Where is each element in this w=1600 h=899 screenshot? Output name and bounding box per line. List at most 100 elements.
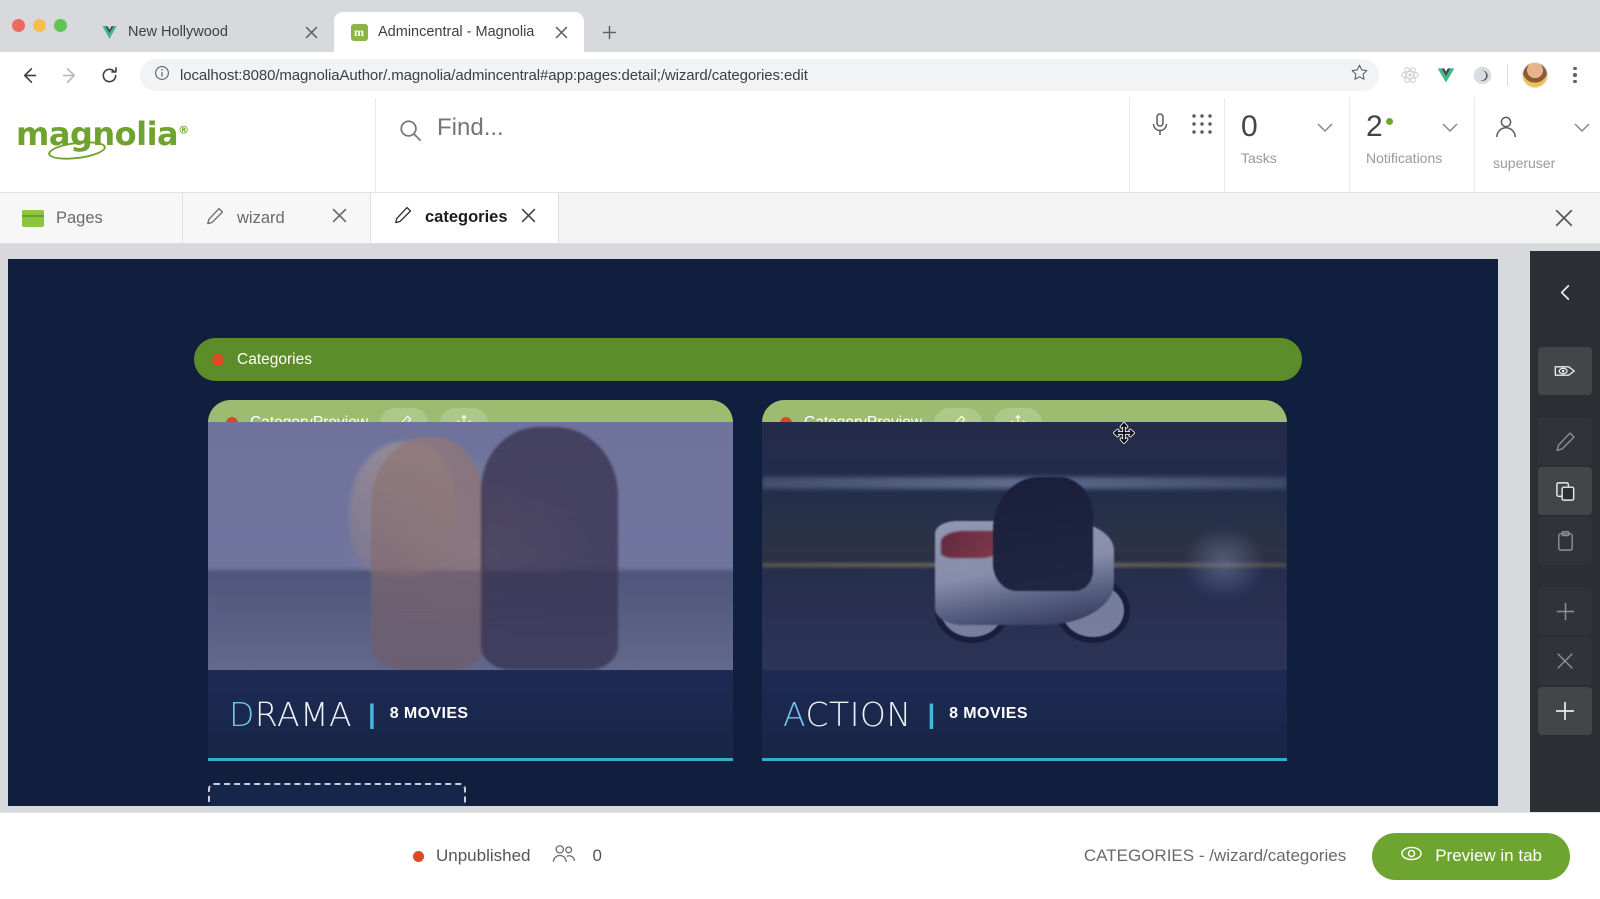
area-bar-categories[interactable]: Categories: [194, 338, 1302, 381]
tasks-label: Tasks: [1241, 150, 1349, 166]
copy-icon[interactable]: [1538, 467, 1592, 515]
editor-status-bar: Unpublished 0 CATEGORIES - /wizard/categ…: [0, 812, 1600, 899]
microphone-icon[interactable]: [1148, 112, 1172, 143]
maximize-window-button[interactable]: [54, 19, 67, 32]
browser-tab-title: New Hollywood: [128, 24, 290, 40]
global-search[interactable]: [376, 98, 1130, 192]
forward-arrow-icon[interactable]: [52, 58, 86, 92]
sidebar-item-pages[interactable]: Pages: [0, 193, 183, 243]
category-title-rest: RAMA: [255, 695, 352, 734]
app-tab-label: Pages: [56, 209, 103, 228]
browser-tab-new-hollywood[interactable]: New Hollywood: [84, 12, 334, 52]
close-icon[interactable]: [300, 21, 322, 43]
caption-separator: |: [928, 699, 936, 730]
chevron-down-icon[interactable]: [1574, 120, 1590, 138]
browser-tab-admincentral[interactable]: m Admincentral - Magnolia: [334, 12, 584, 52]
chevron-left-icon[interactable]: [1546, 273, 1584, 311]
page-editor-canvas[interactable]: Categories CategoryPreview: [8, 259, 1498, 806]
move-cursor: [1113, 422, 1135, 444]
window-controls: [12, 19, 67, 32]
eye-icon: [1400, 842, 1423, 870]
vue-devtools-icon[interactable]: [1435, 64, 1457, 86]
close-icon[interactable]: [331, 207, 348, 229]
back-arrow-icon[interactable]: [12, 58, 46, 92]
category-title-rest: CTION: [806, 695, 912, 734]
movie-count: 8 MOVIES: [949, 705, 1028, 723]
movie-count: 8 MOVIES: [390, 705, 469, 723]
notifications-count: 2: [1366, 110, 1383, 143]
publication-status: Unpublished: [436, 846, 531, 866]
dark-mode-icon[interactable]: [1471, 64, 1493, 86]
pencil-icon: [393, 205, 413, 230]
magnolia-logo[interactable]: magnolia®: [0, 98, 376, 192]
notification-dot: [1386, 118, 1393, 125]
app-tab-bar: Pages wizard categories: [0, 193, 1600, 244]
users-icon: [551, 843, 577, 870]
browser-tab-title: Admincentral - Magnolia: [378, 24, 540, 40]
category-caption: ACTION | 8 MOVIES: [762, 670, 1287, 758]
category-image-action: [762, 422, 1287, 670]
url-text: localhost:8080/magnoliaAuthor/.magnolia/…: [180, 67, 808, 84]
caption-separator: |: [368, 699, 376, 730]
close-icon[interactable]: [520, 207, 537, 229]
address-bar[interactable]: localhost:8080/magnoliaAuthor/.magnolia/…: [140, 59, 1379, 91]
user-name: superuser: [1493, 155, 1600, 171]
notifications-indicator[interactable]: 2 Notifications: [1349, 98, 1474, 192]
close-all-tabs-button[interactable]: [1554, 193, 1600, 243]
category-image-drama: [208, 422, 733, 670]
plus-icon[interactable]: [1538, 687, 1592, 735]
magnolia-header: magnolia®: [0, 98, 1600, 193]
extension-toolbar: [1387, 62, 1588, 88]
react-devtools-icon[interactable]: [1399, 64, 1421, 86]
minimize-window-button[interactable]: [33, 19, 46, 32]
category-title-initial: A: [783, 695, 806, 734]
preview-button-label: Preview in tab: [1435, 846, 1542, 866]
header-tool-icons: [1130, 98, 1224, 192]
close-icon[interactable]: [550, 21, 572, 43]
chrome-menu-icon[interactable]: [1562, 62, 1588, 88]
search-icon: [398, 114, 423, 148]
app-tab-label: categories: [425, 208, 508, 227]
area-label: Categories: [237, 351, 312, 369]
component-category-preview-action[interactable]: CategoryPreview: [762, 400, 1287, 761]
component-category-preview-drama[interactable]: CategoryPreview: [208, 400, 733, 761]
profile-avatar[interactable]: [1522, 62, 1548, 88]
app-tab-wizard[interactable]: wizard: [183, 193, 371, 243]
page-path-label: CATEGORIES - /wizard/categories: [1084, 846, 1346, 866]
tasks-indicator[interactable]: 0 Tasks: [1224, 98, 1349, 192]
preview-in-tab-button[interactable]: Preview in tab: [1372, 833, 1570, 880]
chevron-down-icon[interactable]: [1317, 120, 1333, 138]
status-dot: [413, 851, 424, 862]
reload-icon[interactable]: [92, 58, 126, 92]
logo-trademark: ®: [178, 123, 189, 136]
browser-tab-strip: New Hollywood m Admincentral - Magnolia: [0, 0, 1600, 52]
app-tab-categories[interactable]: categories: [371, 193, 559, 243]
close-x-icon[interactable]: [1538, 637, 1592, 685]
card-underline: [762, 758, 1287, 761]
plus-icon[interactable]: [1538, 587, 1592, 635]
category-card[interactable]: ACTION | 8 MOVIES: [762, 422, 1287, 761]
card-underline: [208, 758, 733, 761]
paste-clipboard-icon[interactable]: [1538, 517, 1592, 565]
apps-grid-icon[interactable]: [1190, 112, 1214, 141]
close-window-button[interactable]: [12, 19, 25, 32]
vue-icon: [100, 23, 118, 41]
chevron-down-icon[interactable]: [1442, 120, 1458, 138]
status-dot: [212, 354, 224, 366]
user-menu[interactable]: superuser: [1474, 98, 1600, 192]
user-icon: [1493, 127, 1519, 144]
search-input[interactable]: [437, 114, 1095, 142]
new-tab-button[interactable]: [594, 17, 624, 47]
preview-tag-icon[interactable]: [1538, 347, 1592, 395]
bookmark-star-icon[interactable]: [1350, 63, 1369, 87]
pencil-icon: [205, 206, 225, 231]
notifications-label: Notifications: [1366, 150, 1474, 166]
app-tab-label: wizard: [237, 209, 285, 228]
site-info-icon[interactable]: [154, 65, 170, 86]
toolbar-divider: [1507, 64, 1508, 86]
add-component-placeholder[interactable]: [208, 783, 466, 806]
category-card[interactable]: DRAMA | 8 MOVIES: [208, 422, 733, 761]
browser-window: New Hollywood m Admincentral - Magnolia: [0, 0, 1600, 899]
magnolia-icon: m: [350, 23, 368, 41]
pencil-icon[interactable]: [1538, 417, 1592, 465]
